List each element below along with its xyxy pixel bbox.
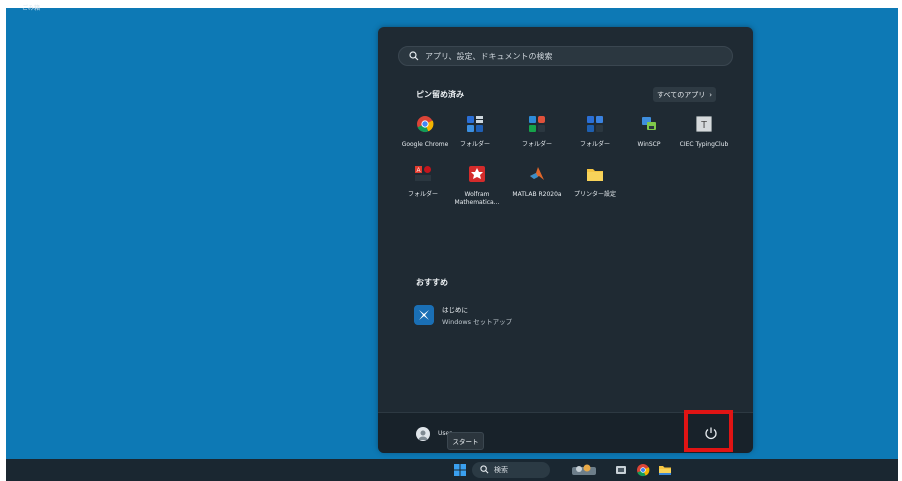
recommended-item-getstarted[interactable]: はじめに Windows セットアップ xyxy=(414,304,512,326)
folder-apps-icon xyxy=(529,116,545,132)
app-label: フォルダー xyxy=(407,191,438,198)
start-menu: アプリ、設定、ドキュメントの検索 ピン留め済み すべてのアプリ › Google… xyxy=(378,27,753,453)
pinned-app-matlab[interactable]: MATLAB R2020a xyxy=(506,165,568,199)
svg-text:A: A xyxy=(416,168,420,174)
chevron-right-icon: › xyxy=(709,90,713,99)
pinned-app-folder-4[interactable]: A フォルダー xyxy=(392,165,454,199)
app-label: フォルダー xyxy=(579,141,610,148)
svg-text:T: T xyxy=(701,120,707,131)
pinned-app-folder-3[interactable]: フォルダー xyxy=(564,115,626,149)
matlab-icon xyxy=(530,167,544,180)
printer-folder-icon xyxy=(587,169,603,181)
chrome-icon xyxy=(417,116,434,133)
task-view-icon[interactable] xyxy=(614,463,628,477)
user-avatar[interactable] xyxy=(416,427,430,441)
top-strip xyxy=(0,0,902,8)
app-label: MATLAB R2020a xyxy=(512,191,562,198)
folder-apps-icon: A xyxy=(415,166,431,181)
search-placeholder: アプリ、設定、ドキュメントの検索 xyxy=(425,52,553,61)
app-label: フォルダー xyxy=(459,141,490,148)
app-label: Wolfram Mathematica... xyxy=(454,191,500,206)
recommended-item-title: はじめに xyxy=(442,306,468,314)
pinned-app-wolfram[interactable]: Wolfram Mathematica... xyxy=(446,165,508,207)
recycle-bin-label[interactable]: ごみ箱 xyxy=(22,3,40,12)
all-apps-button[interactable]: すべてのアプリ › xyxy=(653,87,716,102)
recommended-item-subtitle: Windows セットアップ xyxy=(442,318,513,326)
app-label: CIEC TypingClub xyxy=(679,141,729,148)
pinned-app-folder-1[interactable]: フォルダー xyxy=(444,115,506,149)
pinned-app-folder-2[interactable]: フォルダー xyxy=(506,115,568,149)
app-label: WinSCP xyxy=(637,141,661,148)
pinned-app-printer[interactable]: プリンター設定 xyxy=(564,165,626,199)
user-icon xyxy=(418,430,428,440)
wolfram-icon xyxy=(469,166,485,182)
file-explorer-icon[interactable] xyxy=(658,463,672,477)
pinned-app-ciec[interactable]: T CIEC TypingClub xyxy=(673,115,735,149)
widgets-icon[interactable] xyxy=(572,463,596,477)
app-label: プリンター設定 xyxy=(573,191,616,198)
right-border xyxy=(898,0,902,481)
app-label: フォルダー xyxy=(521,141,552,148)
recommended-title: おすすめ xyxy=(416,278,448,287)
all-apps-label: すべてのアプリ xyxy=(656,90,706,99)
get-started-icon xyxy=(414,305,434,325)
pinned-title: ピン留め済み xyxy=(416,90,464,99)
search-box[interactable]: アプリ、設定、ドキュメントの検索 xyxy=(398,46,733,66)
winscp-icon xyxy=(642,117,656,130)
pinned-app-winscp[interactable]: WinSCP xyxy=(618,115,680,149)
taskbar-search[interactable]: 検索 xyxy=(472,462,550,478)
folder-apps-icon xyxy=(587,116,603,132)
search-icon xyxy=(480,465,489,474)
left-border xyxy=(0,0,6,481)
power-button-highlight xyxy=(684,410,733,452)
taskbar-search-placeholder: 検索 xyxy=(494,466,508,474)
taskbar: 検索 xyxy=(6,459,898,481)
folder-apps-icon xyxy=(467,116,483,132)
start-tooltip: スタート xyxy=(447,432,484,450)
windows-start-icon[interactable] xyxy=(454,464,466,476)
chrome-icon[interactable] xyxy=(636,463,650,477)
search-icon xyxy=(409,51,419,61)
ciec-icon: T xyxy=(696,116,712,132)
